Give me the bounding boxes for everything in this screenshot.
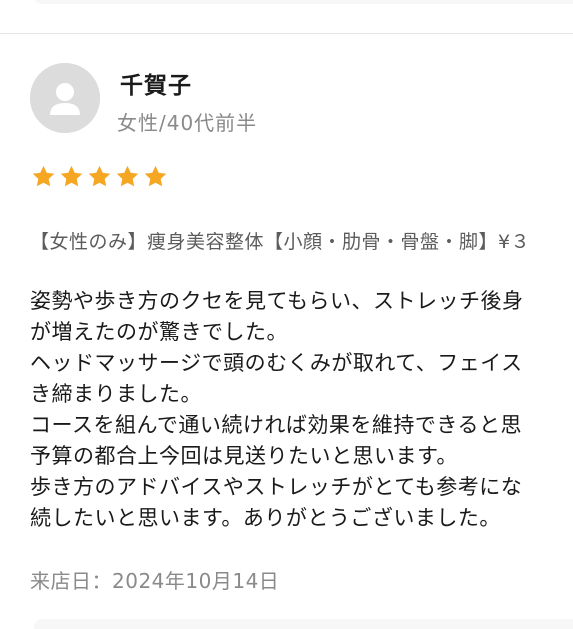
review-page: 千賀子 女性/40代前半 【女性のみ】痩身美容整体【小顔・肋骨・骨盤・脚】¥３ … (0, 0, 573, 629)
review-line: が増えたのが驚きでした。 (30, 320, 288, 344)
review-line: 姿勢や歩き方のクセを見てもらい、ストレッチ後身 (30, 289, 524, 313)
next-card-edge (34, 619, 573, 629)
review-line: コースを組んで通い続ければ効果を維持できると思 (30, 413, 522, 437)
review-line: き締まりました。 (30, 382, 202, 406)
star-icon (88, 165, 111, 187)
star-icon (116, 165, 139, 187)
review-line: 歩き方のアドバイスやストレッチがとても参考にな (30, 475, 523, 499)
reviewer-name: 千賀子 (120, 73, 192, 99)
review-body: 姿勢や歩き方のクセを見てもらい、ストレッチ後身 が増えたのが驚きでした。 ヘッド… (30, 286, 573, 534)
star-icon (60, 165, 83, 187)
review-line: 続したいと思います。ありがとうございました。 (30, 506, 501, 530)
avatar (30, 63, 100, 133)
review-line: 予算の都合上今回は見送りたいと思います。 (30, 444, 458, 468)
star-icon (32, 165, 55, 187)
visit-date: 来店日：2024年10月14日 (30, 569, 280, 593)
divider (0, 33, 573, 34)
star-rating (31, 164, 168, 190)
user-avatar-icon (30, 63, 100, 133)
previous-card-edge (34, 0, 573, 3)
reviewer-meta: 女性/40代前半 (117, 111, 258, 135)
review-line: ヘッドマッサージで頭のむくみが取れて、フェイス (30, 351, 523, 375)
star-icon (144, 165, 167, 187)
course-name: 【女性のみ】痩身美容整体【小顔・肋骨・骨盤・脚】¥３ (30, 231, 531, 253)
